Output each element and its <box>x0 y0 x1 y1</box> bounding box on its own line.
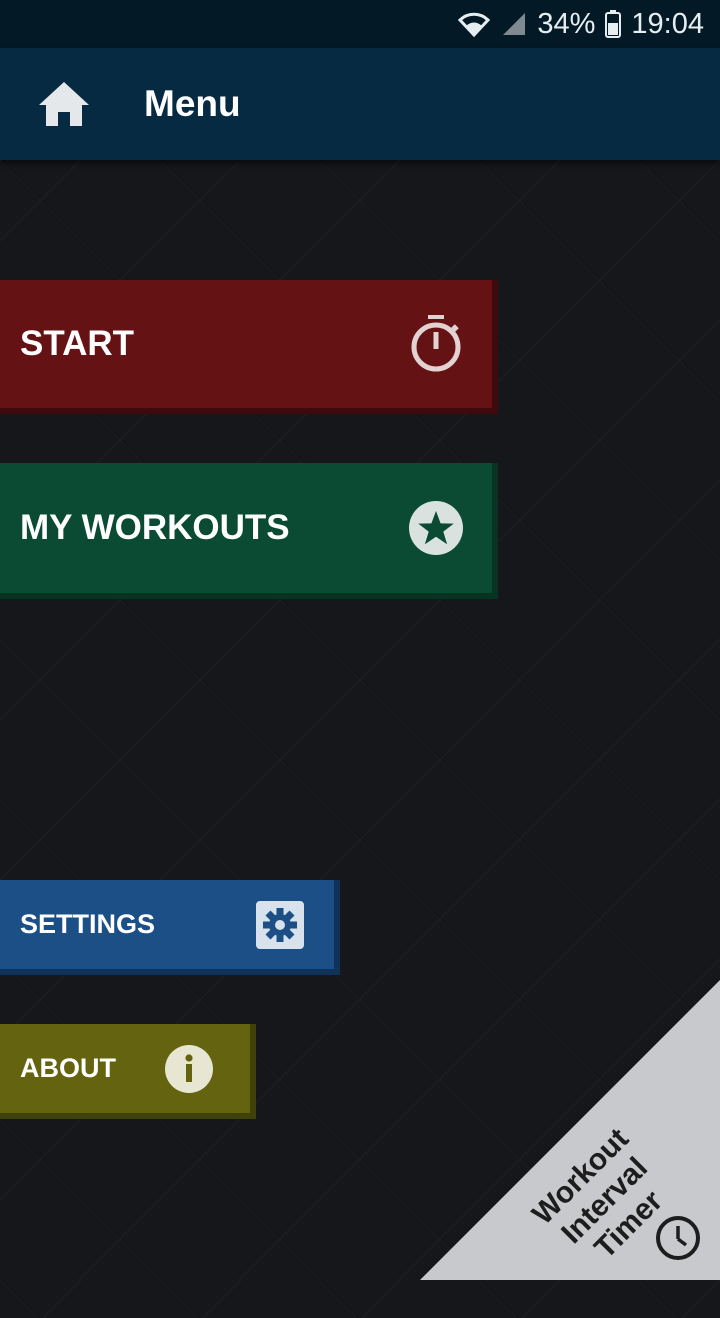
stopwatch-icon <box>408 314 464 374</box>
home-icon[interactable] <box>36 76 92 132</box>
clock-icon <box>654 1214 702 1262</box>
star-icon <box>408 500 464 556</box>
start-label: START <box>20 324 135 363</box>
gear-icon <box>256 900 304 949</box>
battery-percent: 34% <box>537 7 596 40</box>
info-icon <box>164 1044 214 1094</box>
about-label: ABOUT <box>20 1053 116 1083</box>
my-workouts-button[interactable]: MY WORKOUTS <box>0 463 498 599</box>
wifi-icon <box>457 11 491 37</box>
battery-icon <box>605 10 622 38</box>
signal-icon <box>501 11 527 37</box>
status-bar: 34% 19:04 <box>0 0 720 48</box>
clock-time: 19:04 <box>631 7 704 40</box>
settings-button[interactable]: SETTINGS <box>0 880 340 975</box>
settings-label: SETTINGS <box>20 909 156 939</box>
page-title: Menu <box>144 83 241 124</box>
app-bar: Menu <box>0 48 720 160</box>
about-button[interactable]: ABOUT <box>0 1024 256 1119</box>
start-button[interactable]: START <box>0 280 498 414</box>
my-workouts-label: MY WORKOUTS <box>20 508 290 547</box>
